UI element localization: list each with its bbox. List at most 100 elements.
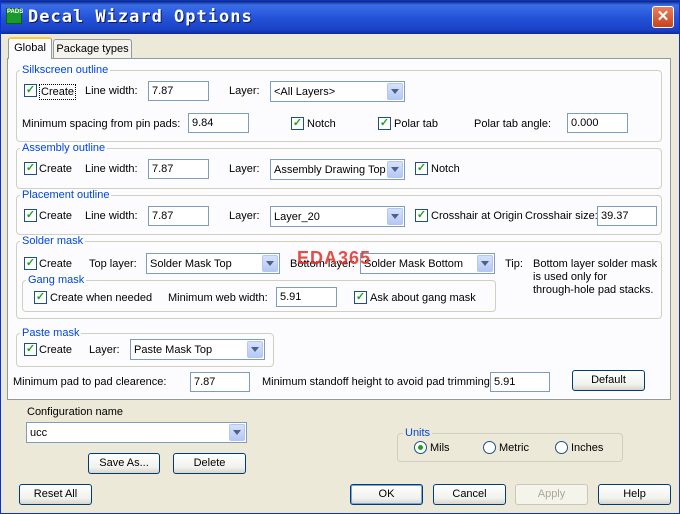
- min-pad-clearance-label: Minimum pad to pad clearence:: [13, 376, 167, 388]
- min-standoff-label: Minimum standoff height to avoid pad tri…: [262, 376, 493, 388]
- silkscreen-layer-select[interactable]: <All Layers>: [270, 81, 405, 102]
- tip-line-2: is used only for: [533, 271, 607, 283]
- polar-tab-angle-label: Polar tab angle:: [474, 118, 552, 130]
- tab-package-types[interactable]: Package types: [53, 39, 132, 59]
- paste-create-checkbox[interactable]: ✓: [24, 343, 37, 356]
- gang-create-label: Create when needed: [50, 292, 153, 304]
- min-spacing-label: Minimum spacing from pin pads:: [22, 118, 181, 130]
- title-bar[interactable]: PADS Decal Wizard Options ✕: [1, 1, 679, 34]
- check-icon: ✓: [355, 291, 366, 303]
- reset-all-button[interactable]: Reset All: [19, 484, 92, 505]
- placement-line-width-label: Line width:: [85, 210, 138, 222]
- polar-tab-label: Polar tab: [394, 118, 439, 130]
- eda365-watermark: EDA365: [297, 248, 372, 268]
- save-as-button[interactable]: Save As...: [88, 453, 160, 474]
- solder-top-layer-label: Top layer:: [89, 258, 137, 270]
- global-tab-panel: Silkscreen outline ✓ Create Line width: …: [7, 58, 671, 400]
- silkscreen-line-width-label: Line width:: [85, 85, 138, 97]
- pads-app-icon: PADS: [6, 8, 23, 24]
- dialog-window: PADS Decal Wizard Options ✕ Global Packa…: [0, 0, 680, 514]
- silkscreen-notch-label: Notch: [307, 118, 336, 130]
- assembly-create-label: Create: [39, 163, 73, 175]
- gang-create-checkbox[interactable]: ✓: [34, 291, 47, 304]
- close-button[interactable]: ✕: [652, 6, 674, 28]
- silkscreen-line-width-input[interactable]: 7.87: [148, 81, 209, 101]
- chevron-down-icon[interactable]: [229, 424, 245, 441]
- configuration-name-select[interactable]: ucc: [26, 422, 247, 443]
- help-button[interactable]: Help: [598, 484, 671, 505]
- ask-gang-mask-checkbox[interactable]: ✓: [354, 291, 367, 304]
- solder-create-label: Create: [39, 258, 73, 270]
- chevron-down-icon[interactable]: [477, 255, 493, 272]
- solder-bottom-layer-select[interactable]: Solder Mask Bottom: [360, 253, 495, 274]
- assembly-line-width-label: Line width:: [85, 163, 138, 175]
- window-title: Decal Wizard Options: [28, 7, 253, 27]
- paste-create-label: Create: [39, 344, 73, 356]
- check-icon: ✓: [25, 162, 36, 174]
- solder-mask-label: Solder mask: [20, 235, 86, 247]
- assembly-notch-label: Notch: [431, 163, 460, 175]
- delete-button[interactable]: Delete: [173, 453, 246, 474]
- placement-create-label: Create: [39, 210, 73, 222]
- silkscreen-layer-value: <All Layers>: [274, 86, 336, 98]
- min-web-width-input[interactable]: 5.91: [276, 287, 337, 307]
- crosshair-checkbox[interactable]: ✓: [415, 209, 428, 222]
- solder-bottom-layer-value: Solder Mask Bottom: [364, 258, 464, 270]
- assembly-layer-select[interactable]: Assembly Drawing Top: [270, 159, 405, 180]
- units-inches-label: Inches: [571, 442, 604, 454]
- apply-button[interactable]: Apply: [515, 484, 588, 505]
- units-metric-radio[interactable]: [483, 441, 496, 454]
- radio-selected-dot: [418, 445, 423, 450]
- units-metric-label: Metric: [499, 442, 529, 454]
- crosshair-size-input[interactable]: 39.37: [597, 206, 657, 226]
- ask-gang-mask-label: Ask about gang mask: [370, 292, 476, 304]
- tip-label: Tip:: [505, 258, 523, 270]
- polar-tab-checkbox[interactable]: ✓: [378, 117, 391, 130]
- min-spacing-input[interactable]: 9.84: [188, 113, 249, 133]
- crosshair-label: Crosshair at Origin: [431, 210, 523, 222]
- placement-outline-label: Placement outline: [20, 189, 112, 201]
- assembly-create-checkbox[interactable]: ✓: [24, 162, 37, 175]
- units-inches-radio[interactable]: [555, 441, 568, 454]
- assembly-layer-label: Layer:: [229, 163, 260, 175]
- crosshair-size-label: Crosshair size:: [525, 210, 598, 222]
- units-mils-radio[interactable]: [414, 441, 427, 454]
- placement-create-checkbox[interactable]: ✓: [24, 209, 37, 222]
- tab-global[interactable]: Global: [8, 37, 52, 59]
- close-icon: ✕: [656, 8, 670, 25]
- check-icon: ✓: [35, 291, 46, 303]
- chevron-down-icon[interactable]: [247, 341, 263, 358]
- paste-layer-value: Paste Mask Top: [134, 344, 213, 356]
- cancel-button[interactable]: Cancel: [433, 484, 506, 505]
- solder-create-checkbox[interactable]: ✓: [24, 257, 37, 270]
- chevron-down-icon[interactable]: [387, 208, 403, 225]
- placement-layer-select[interactable]: Layer_20: [270, 206, 405, 227]
- silkscreen-notch-checkbox[interactable]: ✓: [291, 117, 304, 130]
- check-icon: ✓: [25, 343, 36, 355]
- check-icon: ✓: [25, 84, 36, 96]
- paste-layer-select[interactable]: Paste Mask Top: [130, 339, 265, 360]
- check-icon: ✓: [25, 257, 36, 269]
- placement-layer-value: Layer_20: [274, 211, 320, 223]
- silkscreen-outline-label: Silkscreen outline: [20, 64, 111, 76]
- chevron-down-icon[interactable]: [387, 161, 403, 178]
- assembly-line-width-input[interactable]: 7.87: [148, 159, 209, 179]
- assembly-layer-value: Assembly Drawing Top: [274, 164, 386, 176]
- min-standoff-input[interactable]: 5.91: [490, 372, 550, 392]
- solder-top-layer-select[interactable]: Solder Mask Top: [146, 253, 280, 274]
- assembly-outline-label: Assembly outline: [20, 142, 108, 154]
- polar-tab-angle-input[interactable]: 0.000: [567, 113, 628, 133]
- default-button[interactable]: Default: [572, 370, 645, 391]
- check-icon: ✓: [416, 209, 427, 221]
- placement-line-width-input[interactable]: 7.87: [148, 206, 209, 226]
- assembly-notch-checkbox[interactable]: ✓: [415, 162, 428, 175]
- solder-top-layer-value: Solder Mask Top: [150, 258, 232, 270]
- paste-layer-label: Layer:: [89, 344, 120, 356]
- silkscreen-create-checkbox[interactable]: ✓: [24, 84, 37, 97]
- ok-button[interactable]: OK: [350, 484, 423, 505]
- chevron-down-icon[interactable]: [387, 83, 403, 100]
- gang-mask-label: Gang mask: [26, 274, 87, 286]
- silkscreen-layer-label: Layer:: [229, 85, 260, 97]
- chevron-down-icon[interactable]: [262, 255, 278, 272]
- min-pad-clearance-input[interactable]: 7.87: [190, 372, 250, 392]
